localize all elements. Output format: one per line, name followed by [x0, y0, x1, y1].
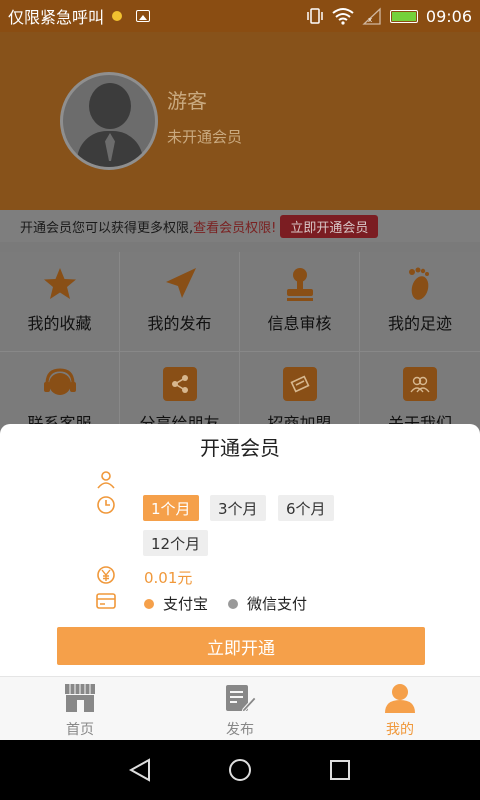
grid-item-footprints[interactable]: 我的足迹: [360, 252, 480, 352]
promo-text: 开通会员您可以获得更多权限,: [20, 220, 194, 236]
radio-selected-icon: [144, 598, 154, 609]
grid-item-favorites[interactable]: 我的收藏: [0, 252, 120, 352]
wifi-icon: [332, 8, 354, 25]
tab-mine[interactable]: 我的: [320, 677, 480, 740]
svg-text:x: x: [368, 16, 372, 24]
membership-modal: 开通会员 1个月 3个月 6个月 12个月 0.01元 支付宝 微信支付 立即开…: [0, 424, 480, 676]
month-option-3[interactable]: 3个月: [210, 495, 266, 521]
avatar[interactable]: [60, 72, 158, 170]
grid-label: 我的发布: [147, 314, 212, 333]
tab-publish[interactable]: 发布: [160, 677, 320, 740]
grid-item-my-posts[interactable]: 我的发布: [120, 252, 240, 352]
grid-item-review[interactable]: 信息审核: [240, 252, 360, 352]
bottom-tab-bar: 首页 发布 我的: [0, 676, 480, 740]
open-membership-button[interactable]: 立即开通会员: [280, 214, 379, 238]
clock-icon: [95, 494, 117, 516]
shop-icon: [62, 681, 98, 715]
edit-icon: [222, 681, 258, 715]
month-option-1[interactable]: 1个月: [143, 495, 199, 521]
card-icon: [95, 590, 117, 612]
send-arrow-icon: [160, 264, 200, 304]
membership-promo-bar: 开通会员您可以获得更多权限, 查看会员权限! 立即开通会员: [0, 210, 480, 242]
share-icon: [160, 364, 200, 404]
tab-label: 首页: [66, 722, 94, 738]
carrier-text: 仅限紧急呼叫: [8, 8, 105, 27]
tab-label: 发布: [226, 722, 254, 738]
price-value: 0.01元: [144, 569, 193, 587]
payment-option-alipay[interactable]: 支付宝: [144, 593, 208, 614]
modal-title: 开通会员: [200, 436, 280, 460]
home-icon[interactable]: [227, 757, 253, 783]
person-icon: [382, 681, 418, 715]
battery-charging-icon: [389, 9, 418, 23]
payment-label: 微信支付: [247, 595, 308, 613]
star-icon: [40, 264, 80, 304]
vibrate-icon: [307, 8, 323, 24]
tab-home[interactable]: 首页: [0, 677, 160, 740]
back-icon[interactable]: [127, 757, 153, 783]
status-bar: 仅限紧急呼叫 x 09:06: [0, 0, 480, 32]
month-option-12[interactable]: 12个月: [143, 530, 209, 556]
headset-icon: [40, 364, 80, 404]
handshake-icon: [280, 364, 320, 404]
image-icon: [136, 10, 151, 22]
radio-unselected-icon: [228, 598, 238, 609]
group-icon: [400, 364, 440, 404]
system-nav-bar: [0, 740, 480, 800]
grid-label: 信息审核: [267, 314, 332, 333]
submit-membership-button[interactable]: 立即开通: [57, 627, 425, 665]
user-icon: [95, 468, 117, 490]
notification-dot-icon: [112, 11, 123, 21]
grid-label: 我的收藏: [27, 314, 92, 333]
clock-text: 09:06: [425, 6, 472, 26]
yen-icon: [95, 564, 117, 586]
signal-icon: x: [362, 7, 381, 25]
recents-icon[interactable]: [327, 757, 353, 783]
profile-header: 游客 未开通会员: [0, 32, 480, 210]
user-name: 游客: [167, 89, 207, 113]
footprint-icon: [400, 264, 440, 304]
feature-grid: 我的收藏 我的发布 信息审核 我的足迹 联系客服 分享给朋友: [0, 252, 480, 452]
grid-label: 我的足迹: [387, 314, 452, 333]
month-option-6[interactable]: 6个月: [278, 495, 334, 521]
tab-label: 我的: [386, 722, 414, 738]
membership-status: 未开通会员: [167, 128, 243, 146]
view-privileges-link[interactable]: 查看会员权限!: [193, 217, 276, 236]
payment-option-wechat[interactable]: 微信支付: [228, 593, 307, 614]
stamp-icon: [280, 264, 320, 304]
payment-label: 支付宝: [163, 595, 209, 613]
